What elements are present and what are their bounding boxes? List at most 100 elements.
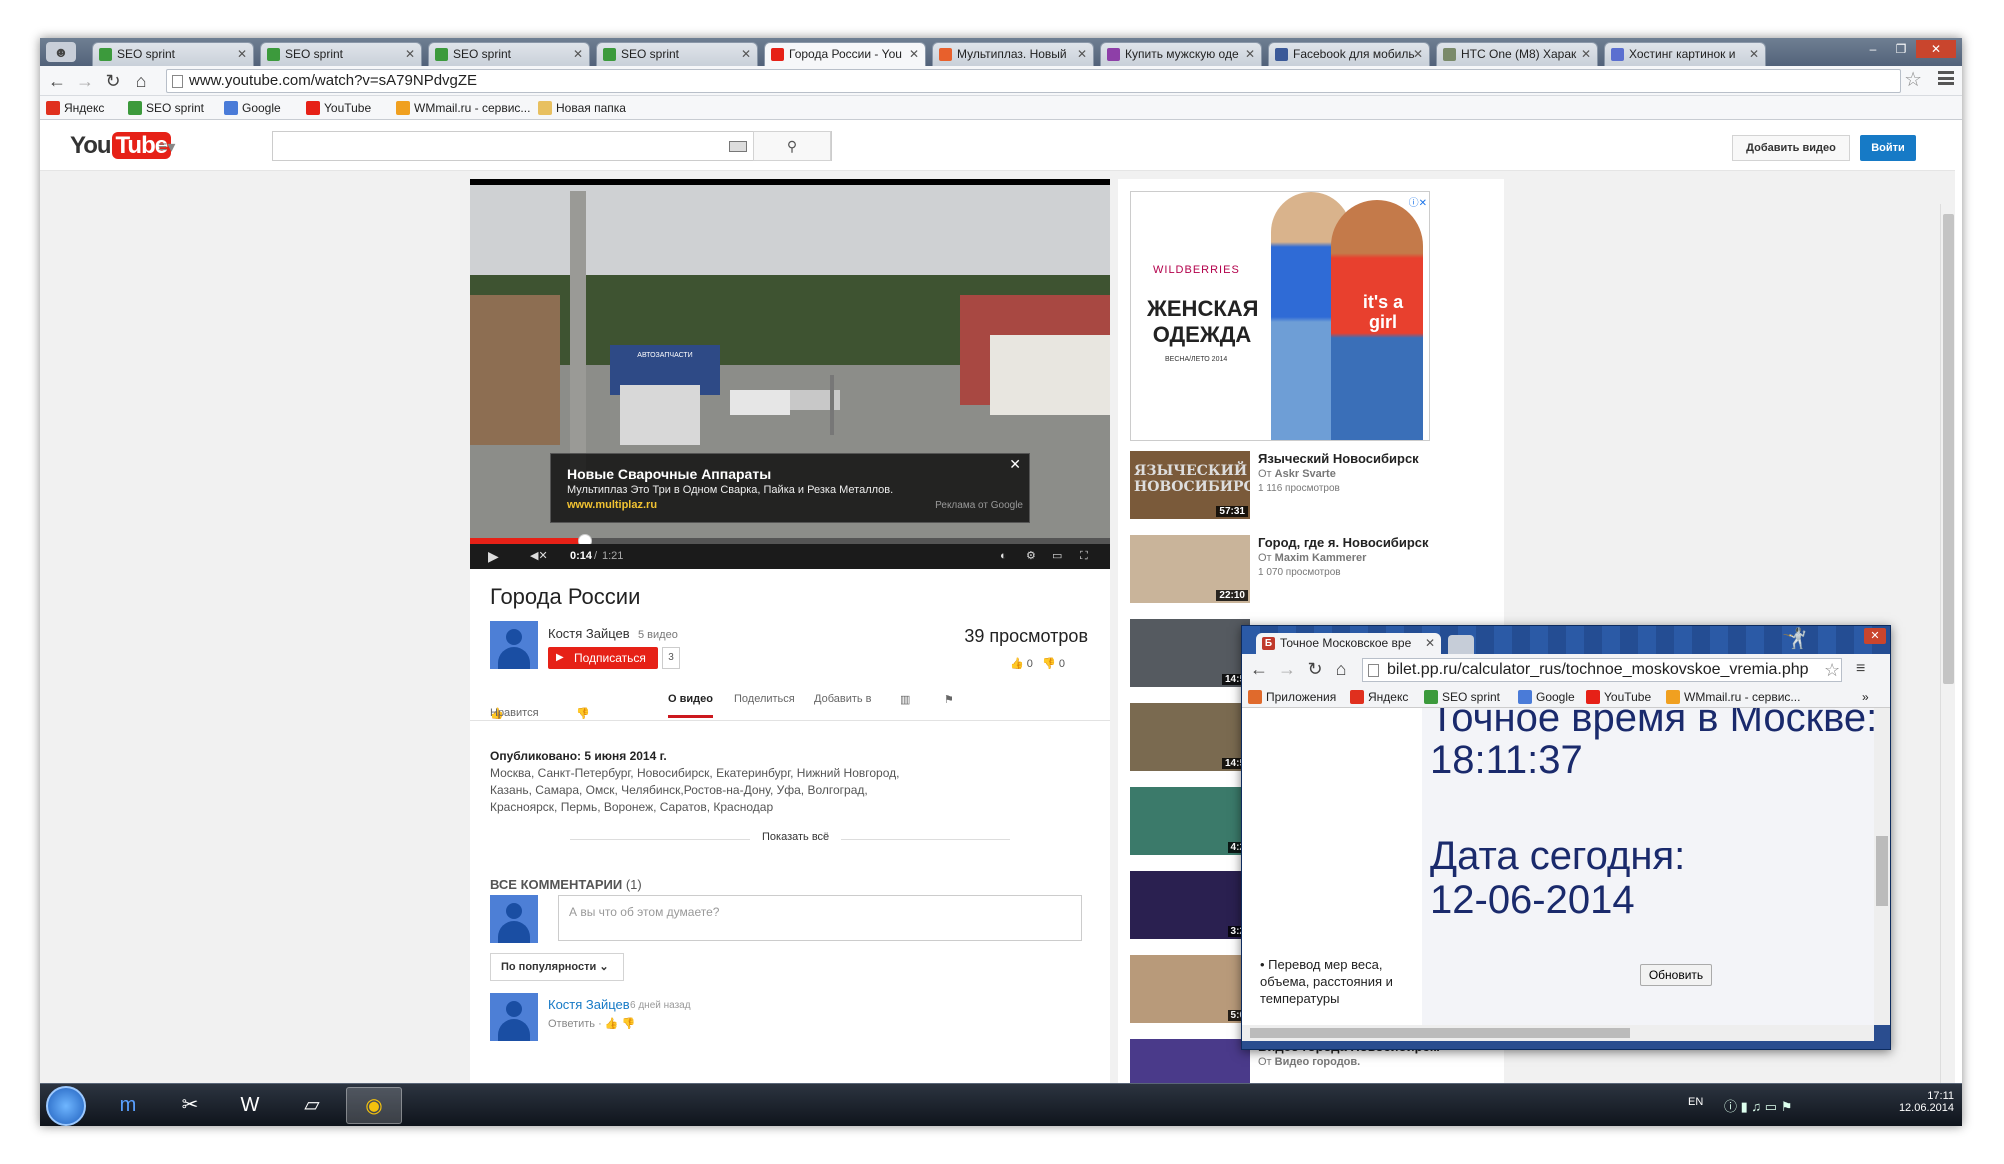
tab-about[interactable]: О видео [668,693,713,718]
display-icon[interactable]: ▭ [1765,1099,1777,1114]
flag-tray-icon[interactable]: ⚑ [1781,1099,1793,1114]
popup-bookmark-item[interactable]: Яндекс [1350,689,1408,705]
start-button[interactable] [46,1086,86,1126]
bookmark-item[interactable]: WMmail.ru - сервис... [396,100,530,116]
browser-menu-icon[interactable] [1938,71,1954,85]
home-button[interactable]: ⌂ [130,70,152,92]
related-thumbnail[interactable]: 14:5 [1130,619,1250,687]
more-bookmarks-button[interactable]: » [1862,689,1869,705]
popup-menu-icon[interactable]: ≡ [1856,660,1865,678]
browser-tab[interactable]: SEO sprint ✕ [92,42,254,66]
bookmark-item[interactable]: YouTube [306,100,371,116]
comment-author[interactable]: Костя Зайцев [548,997,630,1012]
volume-icon[interactable]: ♫ [1751,1099,1761,1114]
close-window-button[interactable]: ✕ [1916,40,1956,58]
comment-time[interactable]: 6 дней назад [630,1000,691,1011]
popup-vscroll-thumb[interactable] [1876,836,1888,906]
related-thumbnail[interactable]: 5:0 [1130,955,1250,1023]
side-link[interactable]: • Перевод мер веса, объема, расстояния и… [1260,956,1430,1007]
stats-icon[interactable]: ▥ [900,693,910,706]
related-thumbnail[interactable]: 3:2 [1130,871,1250,939]
tab-share[interactable]: Поделиться [734,693,795,705]
mute-icon[interactable]: ◀✕ [530,549,548,564]
reply-button[interactable]: Ответить [548,1018,595,1030]
theater-mode-icon[interactable]: ▭ [1052,549,1062,564]
tab-close-icon[interactable]: ✕ [1245,43,1255,65]
popup-star-icon[interactable]: ☆ [1824,660,1840,681]
chrome-icon[interactable]: ◉ [346,1087,402,1124]
related-thumbnail[interactable] [1130,1039,1250,1083]
related-video-item[interactable]: ЯЗЫЧЕСКИЙ НОВОСИБИРСК 57:31 Языческий Ново… [1130,451,1510,521]
tab-close-icon[interactable]: ✕ [1749,43,1759,65]
bookmark-item[interactable]: Новая папка [538,100,626,116]
browser-tab[interactable]: Мультиплаз. Новый ✕ [932,42,1094,66]
reload-button[interactable]: ↻ [102,70,124,92]
channel-avatar[interactable] [490,621,538,669]
tab-add-to[interactable]: Добавить в [814,693,872,705]
maxthon-icon[interactable]: m [100,1087,156,1124]
worldoftanks-icon[interactable]: W [222,1087,278,1124]
annotations-icon[interactable]: ◐ [1000,549,1007,564]
author-name[interactable]: Askr Svarte [1275,468,1336,480]
popup-horizontal-scrollbar[interactable] [1242,1025,1874,1041]
related-title[interactable]: Город, где я. Новосибирск [1258,535,1429,550]
tab-close-icon[interactable]: ✕ [237,43,247,65]
popup-hscroll-thumb[interactable] [1250,1028,1630,1038]
author-name[interactable]: Видео городов. [1275,1056,1361,1068]
browser-tab[interactable]: Хостинг картинок и ✕ [1604,42,1766,66]
upload-button[interactable]: Добавить видео [1732,135,1850,161]
bookmark-item[interactable]: Яндекс [46,100,104,116]
banner-ad[interactable]: WILDBERRIES ЖЕНСКАЯ ОДЕЖДА ВЕСНА/ЛЕТО 20… [1130,191,1430,441]
browser-tab[interactable]: Купить мужскую оде ✕ [1100,42,1262,66]
popup-tab[interactable]: Б Точное Московское вре ✕ [1256,633,1441,654]
page-scrollbar[interactable] [1940,204,1955,1083]
subscribe-button[interactable]: Подписаться [548,647,658,669]
adchoices-icon[interactable]: ⓘ✕ [1409,194,1427,209]
comment-author-avatar[interactable] [490,993,538,1041]
search-button[interactable]: ⚲ [753,131,831,161]
show-more-button[interactable]: Показать всё [750,831,842,843]
settings-gear-icon[interactable]: ⚙ [1026,549,1036,564]
popup-vertical-scrollbar[interactable] [1874,708,1890,1025]
popup-bookmark-item[interactable]: Приложения [1248,689,1336,705]
page-scrollbar-thumb[interactable] [1943,214,1954,684]
related-video-item[interactable]: 22:10 Город, где я. Новосибирск От Maxim K… [1130,535,1510,605]
notepad-icon[interactable]: ▱ [284,1087,340,1124]
popup-bookmark-item[interactable]: Google [1518,689,1575,705]
popup-bookmark-item[interactable]: SEO sprint [1424,689,1500,705]
popup-tab-close-icon[interactable]: ✕ [1425,633,1435,654]
browser-tab[interactable]: HTC One (M8) Харак ✕ [1436,42,1598,66]
comment-dislike-icon[interactable]: 👎 [622,1018,636,1030]
browser-tab[interactable]: Города России - You ✕ [764,42,926,66]
tab-close-icon[interactable]: ✕ [909,43,919,65]
system-clock[interactable]: 17:11 12.06.2014 [1899,1090,1954,1114]
video-frame[interactable]: АВТОЗАПЧАСТИ Новые Сварочные Аппараты Му… [470,185,1110,538]
popup-new-tab-button[interactable] [1448,635,1474,654]
bookmark-item[interactable]: SEO sprint [128,100,204,116]
channel-name[interactable]: Костя Зайцев [548,626,630,641]
popup-back-button[interactable]: ← [1248,658,1270,680]
tab-close-icon[interactable]: ✕ [1413,43,1423,65]
language-indicator[interactable]: EN [1688,1096,1703,1108]
network-icon[interactable]: ▮ [1741,1099,1748,1114]
author-name[interactable]: Maxim Kammerer [1275,552,1367,564]
address-bar[interactable]: www.youtube.com/watch?v=sA79NPdvgZE [166,69,1901,93]
browser-tab[interactable]: SEO sprint ✕ [428,42,590,66]
flag-icon[interactable]: ⚑ [944,693,954,706]
popup-bookmark-item[interactable]: YouTube [1586,689,1651,705]
tab-close-icon[interactable]: ✕ [741,43,751,65]
search-input[interactable]: ⚲ [272,131,832,161]
comment-like-icon[interactable]: 👍 [605,1018,619,1030]
related-title[interactable]: Языческий Новосибирск [1258,451,1419,466]
browser-tab[interactable]: Facebook для мобиль ✕ [1268,42,1430,66]
bookmark-star-icon[interactable]: ☆ [1904,69,1922,91]
play-icon[interactable]: ▶ [488,549,499,564]
youtube-logo[interactable]: You Tube [70,132,172,160]
info-icon[interactable]: ⓘ [1724,1099,1737,1114]
tab-close-icon[interactable]: ✕ [1077,43,1087,65]
related-thumbnail[interactable]: ЯЗЫЧЕСКИЙ НОВОСИБИРСК 57:31 [1130,451,1250,519]
sort-dropdown[interactable]: По популярности ⌄ [490,953,624,981]
popup-close-button[interactable]: ✕ [1864,628,1886,644]
popup-reload-button[interactable]: ↻ [1304,658,1326,680]
tab-close-icon[interactable]: ✕ [405,43,415,65]
